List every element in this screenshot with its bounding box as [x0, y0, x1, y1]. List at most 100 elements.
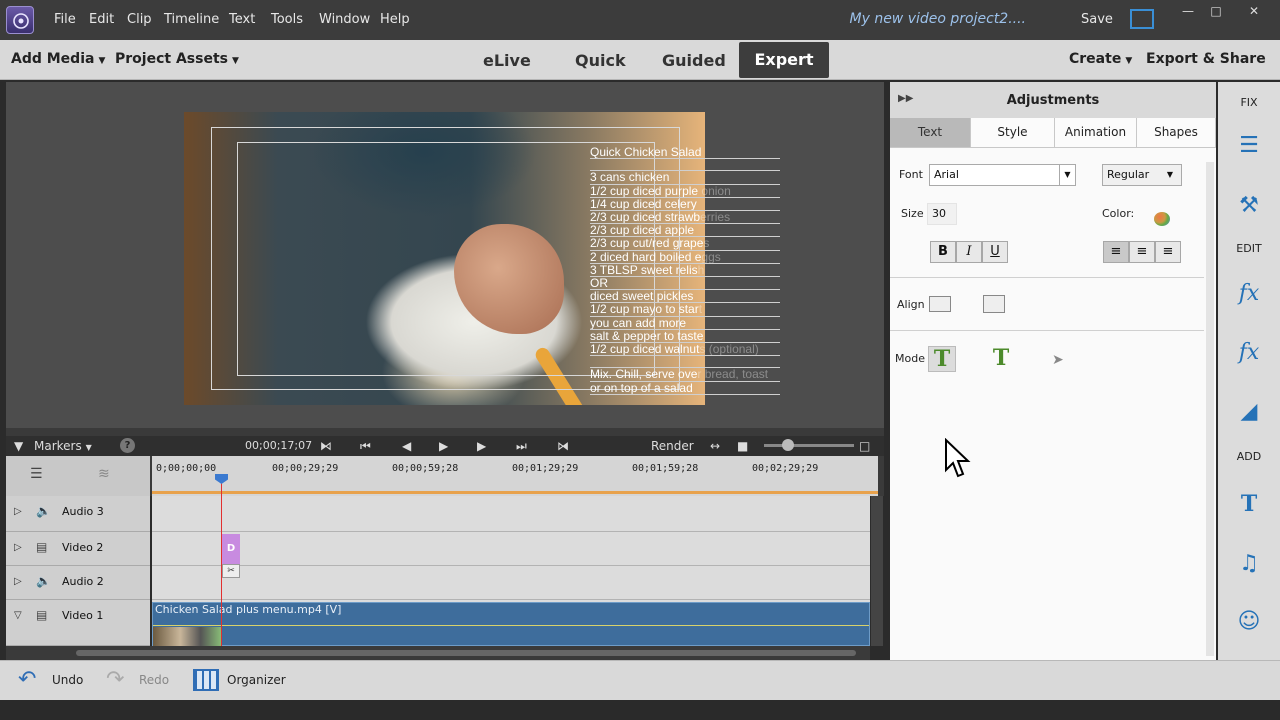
- tab-elive[interactable]: eLive: [483, 51, 531, 70]
- vertical-type-tool-icon[interactable]: T: [987, 346, 1015, 372]
- speaker-icon[interactable]: 🔈: [36, 574, 51, 588]
- undo-button[interactable]: Undo: [52, 673, 83, 687]
- align-left-icon[interactable]: ≡: [1103, 241, 1129, 263]
- work-area-bar[interactable]: [152, 491, 878, 494]
- close-icon[interactable]: ✕: [1242, 4, 1266, 20]
- tab-style[interactable]: Style: [971, 118, 1055, 147]
- menu-help[interactable]: Help: [380, 12, 410, 27]
- track-expand-icon[interactable]: ▷: [14, 506, 22, 517]
- fullscreen-icon[interactable]: [1130, 9, 1154, 29]
- tools-icon[interactable]: ⚒: [1233, 190, 1265, 222]
- menu-file[interactable]: File: [54, 12, 76, 27]
- playhead-line[interactable]: [221, 476, 222, 646]
- markers-menu[interactable]: Markers ▼: [34, 439, 92, 453]
- align-horizontal-center-icon[interactable]: [929, 296, 951, 312]
- project-assets-button[interactable]: Project Assets ▼: [115, 51, 239, 67]
- track-lane[interactable]: [152, 566, 870, 600]
- selection-tool-icon[interactable]: ➤: [1052, 352, 1064, 368]
- adjustments-scrollbar[interactable]: [1206, 162, 1214, 656]
- zoom-out-icon[interactable]: ■: [737, 439, 748, 453]
- goto-next-marker-icon[interactable]: ⧒: [557, 439, 569, 453]
- create-button[interactable]: Create ▼: [1069, 51, 1132, 67]
- tab-guided[interactable]: Guided: [662, 51, 726, 70]
- save-button[interactable]: Save: [1081, 12, 1113, 27]
- fit-timeline-icon[interactable]: ↔: [710, 439, 720, 453]
- panel-splitter[interactable]: [6, 428, 884, 436]
- align-right-icon[interactable]: ≡: [1155, 241, 1181, 263]
- export-share-button[interactable]: Export & Share: [1146, 51, 1266, 67]
- effects-icon[interactable]: fx: [1233, 337, 1265, 369]
- track-settings-icon[interactable]: ☰: [30, 466, 43, 482]
- track-header-video-2[interactable]: ▷ ▤ Video 2: [6, 532, 150, 566]
- track-expand-icon[interactable]: ▷: [14, 576, 22, 587]
- title-text-box[interactable]: Quick Chicken Salad 3 cans chicken 1/2 cup…: [590, 146, 780, 395]
- timecode-display[interactable]: 00;00;17;07: [245, 439, 312, 452]
- music-icon[interactable]: ♫: [1233, 548, 1265, 580]
- align-center-icon[interactable]: ≡: [1129, 241, 1155, 263]
- title-clip[interactable]: D: [222, 534, 240, 564]
- track-header-video-1[interactable]: ▽ ▤ Video 1: [6, 600, 150, 646]
- clip-volume-line[interactable]: [153, 625, 869, 626]
- zoom-slider-handle[interactable]: [782, 439, 794, 451]
- film-icon[interactable]: ▤: [36, 540, 47, 554]
- color-palette-icon[interactable]: [1154, 212, 1170, 226]
- track-lane[interactable]: [152, 532, 870, 566]
- applied-effects-icon[interactable]: fx: [1233, 278, 1265, 310]
- tab-shapes[interactable]: Shapes: [1137, 118, 1216, 147]
- video-clip[interactable]: Chicken Salad plus menu.mp4 [V]: [152, 602, 870, 646]
- redo-button[interactable]: Redo: [139, 673, 169, 687]
- organizer-button[interactable]: Organizer: [227, 673, 286, 687]
- type-tool-icon[interactable]: T: [928, 346, 956, 372]
- help-icon[interactable]: ?: [120, 438, 135, 453]
- size-field[interactable]: 30: [927, 203, 957, 225]
- tab-animation[interactable]: Animation: [1055, 118, 1137, 147]
- menu-tools[interactable]: Tools: [271, 12, 303, 27]
- menu-timeline[interactable]: Timeline: [164, 12, 219, 27]
- zoom-slider[interactable]: [764, 444, 854, 447]
- menu-text[interactable]: Text: [229, 12, 255, 27]
- font-weight-dropdown[interactable]: Regular ▼: [1102, 164, 1182, 186]
- goto-previous-marker-icon[interactable]: ⧑: [320, 439, 332, 453]
- titles-icon[interactable]: T: [1233, 488, 1265, 520]
- organizer-icon[interactable]: [193, 669, 219, 691]
- tab-quick[interactable]: Quick: [575, 51, 626, 70]
- film-icon[interactable]: ▤: [36, 608, 47, 622]
- track-lane[interactable]: [152, 496, 870, 532]
- minimize-icon[interactable]: —: [1176, 4, 1200, 20]
- tab-expert[interactable]: Expert: [739, 42, 829, 78]
- adjust-sliders-icon[interactable]: ☰: [1233, 130, 1265, 162]
- font-dropdown[interactable]: Arial ▼: [929, 164, 1076, 186]
- track-header-audio-3[interactable]: ▷ 🔈 Audio 3: [6, 496, 150, 532]
- align-vertical-center-icon[interactable]: [983, 295, 1005, 313]
- scissor-icon[interactable]: ✂: [222, 564, 240, 578]
- menu-window[interactable]: Window: [319, 12, 370, 27]
- transitions-icon[interactable]: ◢: [1233, 396, 1265, 428]
- step-forward-icon[interactable]: ▶: [477, 439, 486, 453]
- track-expand-icon[interactable]: ▷: [14, 542, 22, 553]
- audio-waveform-icon[interactable]: ≋: [98, 466, 110, 482]
- tab-text[interactable]: Text: [890, 118, 971, 147]
- render-button[interactable]: Render: [651, 439, 694, 453]
- zoom-in-icon[interactable]: □: [859, 439, 870, 453]
- menu-clip[interactable]: Clip: [127, 12, 152, 27]
- time-ruler[interactable]: 0;00;00;00 00;00;29;29 00;00;59;28 00;01…: [152, 456, 878, 496]
- goto-start-icon[interactable]: ⏮: [360, 439, 371, 454]
- play-icon[interactable]: ▶: [439, 439, 448, 453]
- scrollbar-thumb[interactable]: [76, 650, 856, 656]
- underline-button[interactable]: U: [982, 241, 1008, 263]
- add-media-button[interactable]: Add Media ▼: [11, 51, 105, 67]
- track-header-audio-2[interactable]: ▷ 🔈 Audio 2: [6, 566, 150, 600]
- speaker-icon[interactable]: 🔈: [36, 504, 51, 518]
- track-expand-icon[interactable]: ▽: [14, 610, 22, 621]
- graphics-icon[interactable]: ☺: [1233, 606, 1265, 638]
- undo-icon[interactable]: ↶: [18, 667, 36, 692]
- timeline-horizontal-scrollbar[interactable]: [6, 646, 870, 660]
- goto-end-icon[interactable]: ⏭: [516, 439, 527, 454]
- redo-icon[interactable]: ↷: [106, 667, 124, 692]
- step-back-icon[interactable]: ◀: [402, 439, 411, 453]
- maximize-icon[interactable]: □: [1204, 4, 1228, 20]
- italic-button[interactable]: I: [956, 241, 982, 263]
- bold-button[interactable]: B: [930, 241, 956, 263]
- timeline-vertical-scrollbar[interactable]: [871, 496, 883, 646]
- menu-edit[interactable]: Edit: [89, 12, 114, 27]
